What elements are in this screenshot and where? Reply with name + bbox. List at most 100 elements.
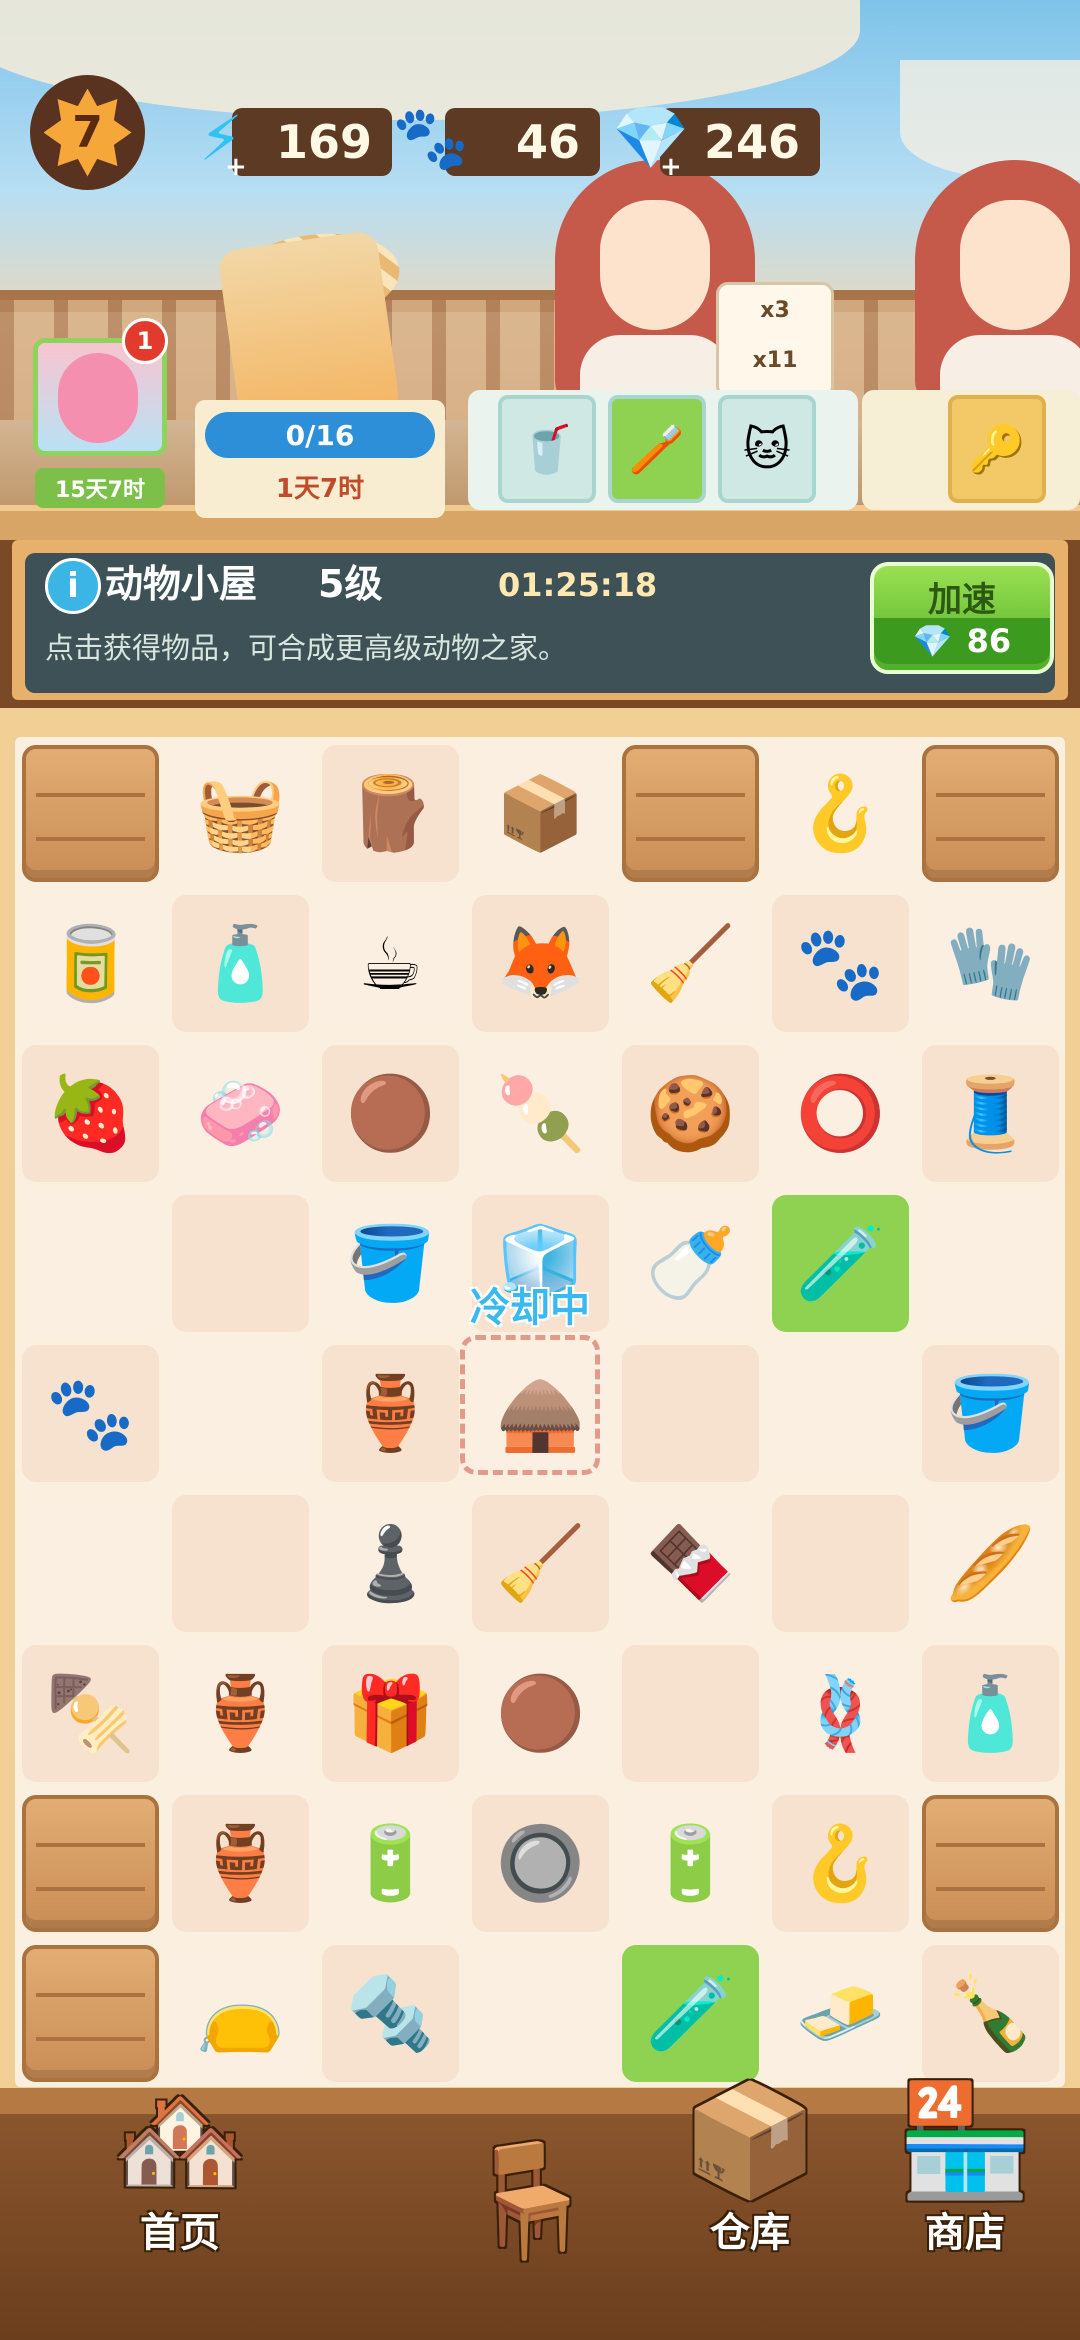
board-item-cell[interactable]: ⭕ <box>772 1045 909 1182</box>
empty-board-cell[interactable] <box>622 1345 759 1482</box>
board-item-cell[interactable]: 🍫 <box>622 1495 759 1632</box>
board-item-cell[interactable]: 🟤 <box>472 1645 609 1782</box>
board-item-cell[interactable]: 🪣 <box>922 1345 1059 1482</box>
board-item-cell[interactable]: 🔋 <box>622 1795 759 1932</box>
board-item-cell[interactable]: 👝 <box>172 1945 309 2082</box>
nav-home-label: 首页 <box>140 2210 220 2256</box>
board-item-cell[interactable]: 🔘 <box>472 1795 609 1932</box>
board-item-cell[interactable]: 🧹 <box>472 1495 609 1632</box>
empty-board-cell[interactable] <box>622 1645 759 1782</box>
selected-cell-outline <box>460 1335 600 1475</box>
merge-item-icon: 🧤 <box>945 921 1036 1005</box>
merge-item-icon: 🔩 <box>345 1971 436 2055</box>
merge-item-icon: 📦 <box>495 771 586 855</box>
player-level-badge[interactable]: 7 <box>30 75 145 190</box>
locked-crate-cell[interactable] <box>22 745 159 882</box>
board-item-cell[interactable]: 🍼 <box>622 1195 759 1332</box>
event-timer: 15天7时 <box>35 468 165 508</box>
town-map-icon: 🏘️ <box>111 2076 249 2204</box>
merge-item-icon: 🧴 <box>195 921 286 1005</box>
board-item-cell[interactable]: 🧺 <box>172 745 309 882</box>
empty-board-cell[interactable] <box>172 1495 309 1632</box>
empty-board-cell[interactable] <box>22 1495 159 1632</box>
board-item-cell[interactable]: 🧪 <box>772 1195 909 1332</box>
board-item-cell[interactable]: 🍡 <box>472 1045 609 1182</box>
workbench-button[interactable]: 🪑 <box>450 2140 610 2260</box>
locked-crate-cell[interactable] <box>922 1795 1059 1932</box>
merge-item-icon: 🐾 <box>795 921 886 1005</box>
empty-board-cell[interactable] <box>772 1345 909 1482</box>
merge-item-icon: 🍓 <box>45 1071 136 1155</box>
nav-shop-label: 商店 <box>925 2210 1005 2256</box>
request-keychain-icon[interactable]: 🔑 <box>948 395 1046 503</box>
speed-up-button[interactable]: 加速 💎 86 <box>870 562 1054 674</box>
nav-shop-button[interactable]: 🏪 商店 <box>885 2080 1045 2258</box>
empty-board-cell[interactable] <box>772 1495 909 1632</box>
board-item-cell[interactable]: 🪝 <box>772 1795 909 1932</box>
board-item-cell[interactable]: 🪢 <box>772 1645 909 1782</box>
empty-board-cell[interactable] <box>22 1195 159 1332</box>
add-energy-icon[interactable]: + <box>225 152 247 182</box>
order-timer: 1天7时 <box>275 473 365 504</box>
board-item-cell[interactable]: 🧈 <box>772 1945 909 2082</box>
merge-item-icon: 🟤 <box>345 1071 436 1155</box>
board-item-cell[interactable]: 🧤 <box>922 895 1059 1032</box>
board-item-cell[interactable]: 🪝 <box>772 745 909 882</box>
board-item-cell[interactable]: 🧴 <box>922 1645 1059 1782</box>
board-item-cell[interactable]: 🟤 <box>322 1045 459 1182</box>
board-item-cell[interactable]: 🔋 <box>322 1795 459 1932</box>
board-item-cell[interactable]: 🧴 <box>172 895 309 1032</box>
empty-board-cell[interactable] <box>172 1195 309 1332</box>
board-item-cell[interactable]: 🧪 <box>622 1945 759 2082</box>
board-item-cell[interactable]: 🧹 <box>622 895 759 1032</box>
board-item-cell[interactable]: 🧼 <box>172 1045 309 1182</box>
board-item-cell[interactable]: 🧵 <box>922 1045 1059 1182</box>
board-item-cell[interactable]: 🏺 <box>172 1795 309 1932</box>
merge-item-icon: 🪣 <box>945 1371 1036 1455</box>
empty-board-cell[interactable] <box>172 1345 309 1482</box>
item-title: 动物小屋 <box>105 562 258 606</box>
board-item-cell[interactable]: ☕ <box>322 895 459 1032</box>
merge-item-icon: 🪣 <box>345 1221 436 1305</box>
merge-item-icon: 🥫 <box>45 921 136 1005</box>
locked-crate-cell[interactable] <box>22 1945 159 2082</box>
board-item-cell[interactable]: 🐾 <box>772 895 909 1032</box>
merge-item-icon: 🍢 <box>45 1671 136 1755</box>
empty-board-cell[interactable] <box>472 1945 609 2082</box>
board-item-cell[interactable]: ♟️ <box>322 1495 459 1632</box>
board-item-cell[interactable]: 🔩 <box>322 1945 459 2082</box>
board-item-cell[interactable]: 🍢 <box>22 1645 159 1782</box>
nav-home-button[interactable]: 🏘️ 首页 <box>40 2080 320 2258</box>
customer-character-2[interactable] <box>915 160 1080 410</box>
board-item-cell[interactable]: 🍪 <box>622 1045 759 1182</box>
merge-item-icon: 🧪 <box>795 1221 886 1305</box>
merge-item-icon: 🏺 <box>195 1671 286 1755</box>
board-item-cell[interactable]: 🍓 <box>22 1045 159 1182</box>
empty-board-cell[interactable] <box>922 1195 1059 1332</box>
locked-crate-cell[interactable] <box>622 745 759 882</box>
request-drink-icon[interactable]: 🥤 <box>498 395 596 503</box>
board-item-cell[interactable]: 🍾 <box>922 1945 1059 2082</box>
board-item-cell[interactable]: 🏺 <box>322 1345 459 1482</box>
board-item-cell[interactable]: 🥫 <box>22 895 159 1032</box>
board-item-cell[interactable]: 🥖 <box>922 1495 1059 1632</box>
merge-item-icon: 🧹 <box>495 1521 586 1605</box>
board-item-cell[interactable]: 🏺 <box>172 1645 309 1782</box>
merge-item-icon: 🦊 <box>495 921 586 1005</box>
nav-warehouse-label: 仓库 <box>710 2210 790 2256</box>
board-item-cell[interactable]: 🪣 <box>322 1195 459 1332</box>
order-card[interactable]: 0/16 1天7时 <box>195 400 445 518</box>
request-cat-toy-icon[interactable]: 🐱 <box>718 395 816 503</box>
request-toothpaste-icon[interactable]: 🪥 <box>608 395 706 503</box>
paw-icon: 🐾 <box>392 101 470 174</box>
board-item-cell[interactable]: 📦 <box>472 745 609 882</box>
locked-crate-cell[interactable] <box>922 745 1059 882</box>
board-item-cell[interactable]: 🐾 <box>22 1345 159 1482</box>
locked-crate-cell[interactable] <box>22 1795 159 1932</box>
add-gems-icon[interactable]: + <box>660 152 682 182</box>
info-icon[interactable]: i <box>45 558 101 614</box>
board-item-cell[interactable]: 🦊 <box>472 895 609 1032</box>
board-item-cell[interactable]: 🎁 <box>322 1645 459 1782</box>
nav-warehouse-button[interactable]: 📦 仓库 <box>680 2080 820 2258</box>
board-item-cell[interactable]: 🪵 <box>322 745 459 882</box>
